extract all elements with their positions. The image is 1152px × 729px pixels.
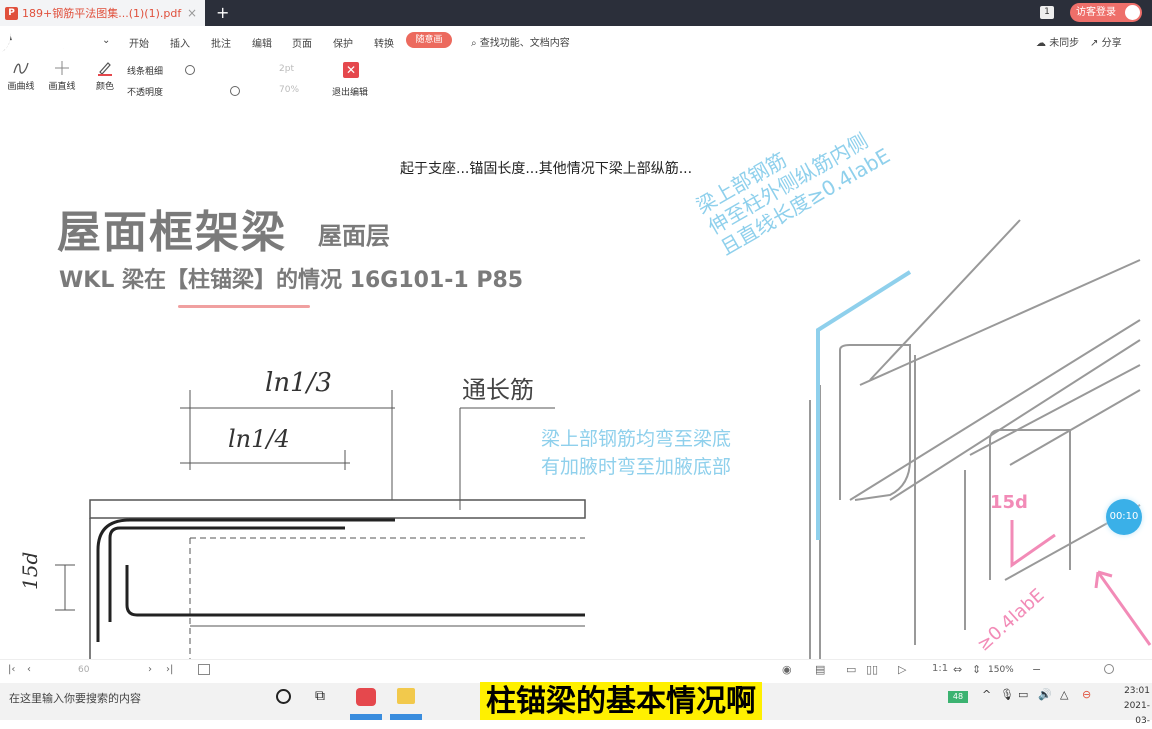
view-icon[interactable]: ◉: [782, 663, 792, 676]
cloud-icon: ☁: [1036, 38, 1046, 49]
through-bar-label: 通长筋: [462, 376, 534, 404]
draw-line-tool[interactable]: 画直线: [45, 60, 79, 92]
dimension-ln1-quarter: ln1/4: [228, 425, 290, 453]
opacity-label: 不透明度: [127, 88, 164, 98]
zoom-level[interactable]: 150%: [988, 665, 1014, 675]
opacity-value[interactable]: 70%: [279, 85, 299, 95]
dimension-15d-left: 15d: [18, 551, 42, 590]
opacity-slider-handle[interactable]: [230, 86, 240, 96]
double-page-icon[interactable]: ▯▯: [866, 663, 878, 676]
layout-icon[interactable]: ▤: [815, 663, 825, 676]
slide-subtitle: 屋面层: [318, 222, 390, 250]
first-page-icon[interactable]: |‹: [8, 664, 15, 675]
search-feature[interactable]: ⌕ 查找功能、文档内容: [471, 34, 570, 49]
avatar-icon: [1125, 5, 1140, 20]
taskbar-active-indicator-1: [350, 714, 382, 720]
last-page-icon[interactable]: ›|: [166, 664, 173, 675]
file-explorer-icon[interactable]: [397, 688, 415, 704]
menu-edit[interactable]: 编辑: [252, 35, 272, 50]
login-label: 访客登录: [1076, 7, 1116, 18]
rebar-3d-sketch: [809, 219, 1152, 660]
page-number-input[interactable]: 60: [78, 665, 89, 675]
battery-icon[interactable]: 48: [948, 691, 968, 703]
new-tab-button[interactable]: +: [216, 3, 229, 22]
wps-app-icon[interactable]: [356, 688, 376, 706]
prev-page-icon[interactable]: ‹: [27, 664, 31, 675]
menu-insert[interactable]: 插入: [170, 35, 190, 50]
slide-title: 屋面框架梁: [57, 207, 287, 258]
slide-subheading: WKL 梁在【柱锚梁】的情况 16G101-1 P85: [59, 268, 524, 293]
login-button[interactable]: 访客登录: [1070, 3, 1142, 22]
draw-curve-label: 画曲线: [7, 82, 35, 92]
search-icon: ⌕: [471, 38, 477, 49]
wps-tray-icon[interactable]: ⊖: [1082, 688, 1091, 701]
system-clock[interactable]: 23:01 2021-03-: [1110, 684, 1150, 729]
dimension-ln1-third: ln1/3: [265, 368, 332, 398]
document-text-fragment: 起于支座...锚固长度...其他情况下梁上部纵筋...: [400, 161, 693, 177]
blue-note-line-1: 梁上部钢筋均弯至梁底: [541, 428, 732, 450]
taskbar-active-indicator-2: [390, 714, 422, 720]
line-width-slider-handle[interactable]: [185, 65, 195, 75]
menu-freehand-active[interactable]: 随意画: [406, 32, 452, 48]
pdf-icon: P: [5, 6, 18, 20]
line-width-value[interactable]: 2pt: [279, 64, 294, 74]
rebar-detail-drawing: [55, 390, 586, 660]
dimension-15d-right: 15d: [990, 492, 1028, 513]
line-width-label: 线条粗细: [127, 67, 164, 77]
zoom-slider-handle[interactable]: [1104, 664, 1114, 674]
network-icon[interactable]: ▭: [1018, 688, 1028, 701]
share-button[interactable]: ↗ 分享: [1090, 34, 1122, 49]
draw-line-label: 画直线: [48, 82, 76, 92]
sync-label: 未同步: [1049, 38, 1080, 49]
exit-edit-icon[interactable]: ✕: [343, 62, 359, 78]
clock-date: 2021-03-: [1123, 701, 1150, 726]
search-feature-label: 查找功能、文档内容: [479, 38, 570, 49]
color-label: 颜色: [95, 82, 114, 92]
close-icon[interactable]: ×: [187, 6, 197, 20]
blue-note-line-2: 有加腋时弯至加腋底部: [541, 456, 732, 478]
volume-icon[interactable]: 🔊: [1038, 688, 1052, 701]
menu-start[interactable]: 开始: [129, 35, 149, 50]
menu-convert[interactable]: 转换: [374, 35, 394, 50]
cortana-icon[interactable]: [276, 689, 291, 704]
microphone-icon[interactable]: 🎙: [1000, 688, 1014, 701]
tab-title: 189+钢筋平法图集...(1)(1).pdf: [22, 7, 182, 20]
color-tool[interactable]: 颜色: [89, 60, 121, 92]
blue-annotation-note: 梁上部钢筋均弯至梁底 有加腋时弯至加腋底部: [541, 425, 731, 481]
fit-page-icon[interactable]: [198, 664, 210, 675]
pen-icon: [98, 62, 112, 76]
taskbar-search-box[interactable]: 在这里输入你要搜索的内容: [9, 690, 141, 706]
task-view-icon[interactable]: ⧉: [315, 688, 325, 704]
menu-protect[interactable]: 保护: [333, 35, 353, 50]
clock-time: 23:01: [1124, 686, 1150, 696]
input-method-icon[interactable]: △: [1060, 688, 1068, 701]
single-page-icon[interactable]: ▭: [846, 663, 856, 676]
exit-edit-label[interactable]: 退出编辑: [332, 85, 368, 98]
video-caption: 柱锚梁的基本情况啊: [480, 682, 762, 720]
play-icon[interactable]: ▷: [898, 663, 906, 676]
sync-status[interactable]: ☁ 未同步: [1036, 34, 1079, 49]
draw-curve-tool[interactable]: 画曲线: [4, 60, 38, 92]
tray-expand-icon[interactable]: ^: [982, 688, 991, 701]
next-page-icon[interactable]: ›: [148, 664, 152, 675]
fit-height-icon[interactable]: ⇕: [972, 663, 981, 676]
document-tab[interactable]: P 189+钢筋平法图集...(1)(1).pdf ×: [0, 0, 205, 26]
menu-annotate[interactable]: 批注: [211, 35, 231, 50]
highlight-underline: [178, 305, 310, 308]
menu-page[interactable]: 页面: [292, 35, 312, 50]
line-icon: [55, 61, 69, 75]
recording-timer[interactable]: 00:10: [1106, 499, 1142, 535]
actual-size-icon[interactable]: 1:1: [932, 663, 948, 674]
share-label: 分享: [1101, 38, 1122, 49]
share-icon: ↗: [1090, 38, 1099, 49]
window-count-badge[interactable]: 1: [1040, 6, 1054, 19]
zoom-out-icon[interactable]: −: [1032, 663, 1041, 676]
fit-width-icon[interactable]: ⇔: [953, 663, 962, 676]
curve-icon: [13, 62, 29, 74]
menu-chevron-icon[interactable]: ⌄: [102, 35, 110, 46]
watermark-logo: 人老郭: [0, 32, 67, 58]
